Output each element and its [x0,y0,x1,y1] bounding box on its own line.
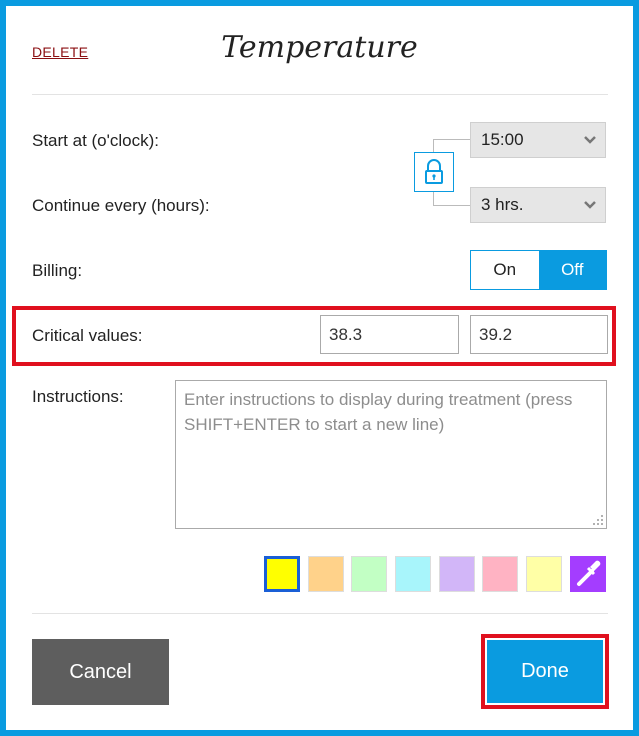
swatch-cyan[interactable] [395,556,431,592]
dialog-frame [0,0,639,736]
instructions-placeholder: Enter instructions to display during tre… [184,390,573,434]
swatch-purple[interactable] [439,556,475,592]
billing-label: Billing: [32,261,83,280]
critical-high-input[interactable]: 39.2 [470,315,608,354]
continue-select-value: 3 hrs. [481,195,524,214]
start-label: Start at (o'clock): [32,131,160,150]
lock-bracket-top [433,139,470,153]
swatch-green[interactable] [351,556,387,592]
billing-toggle[interactable]: On Off [470,250,607,290]
start-select-value: 15:00 [481,130,524,149]
continue-label: Continue every (hours): [32,196,210,215]
chevron-down-icon [584,136,596,144]
chevron-down-icon [584,201,596,209]
critical-low-input[interactable]: 38.3 [320,315,459,354]
critical-label: Critical values: [32,326,143,345]
swatch-pink[interactable] [482,556,518,592]
lock-bracket-bottom [433,192,470,206]
resize-grip-icon[interactable] [593,515,603,525]
divider [32,94,608,95]
divider [32,613,608,614]
instructions-label: Instructions: [32,387,124,406]
billing-off-option[interactable]: Off [538,251,606,289]
done-button[interactable]: Done [487,640,603,703]
swatch-light-yellow[interactable] [526,556,562,592]
billing-on-option[interactable]: On [471,251,539,289]
instructions-textarea[interactable]: Enter instructions to display during tre… [175,380,607,529]
lock-button[interactable] [414,152,454,192]
cancel-button[interactable]: Cancel [32,639,169,705]
swatch-orange[interactable] [308,556,344,592]
color-picker-button[interactable] [570,556,606,592]
lock-icon [425,159,443,184]
dialog-title: Temperature [221,30,418,65]
swatch-yellow[interactable] [264,556,300,592]
start-select[interactable]: 15:00 [470,122,606,158]
eyedropper-icon [577,560,601,586]
continue-select[interactable]: 3 hrs. [470,187,606,223]
